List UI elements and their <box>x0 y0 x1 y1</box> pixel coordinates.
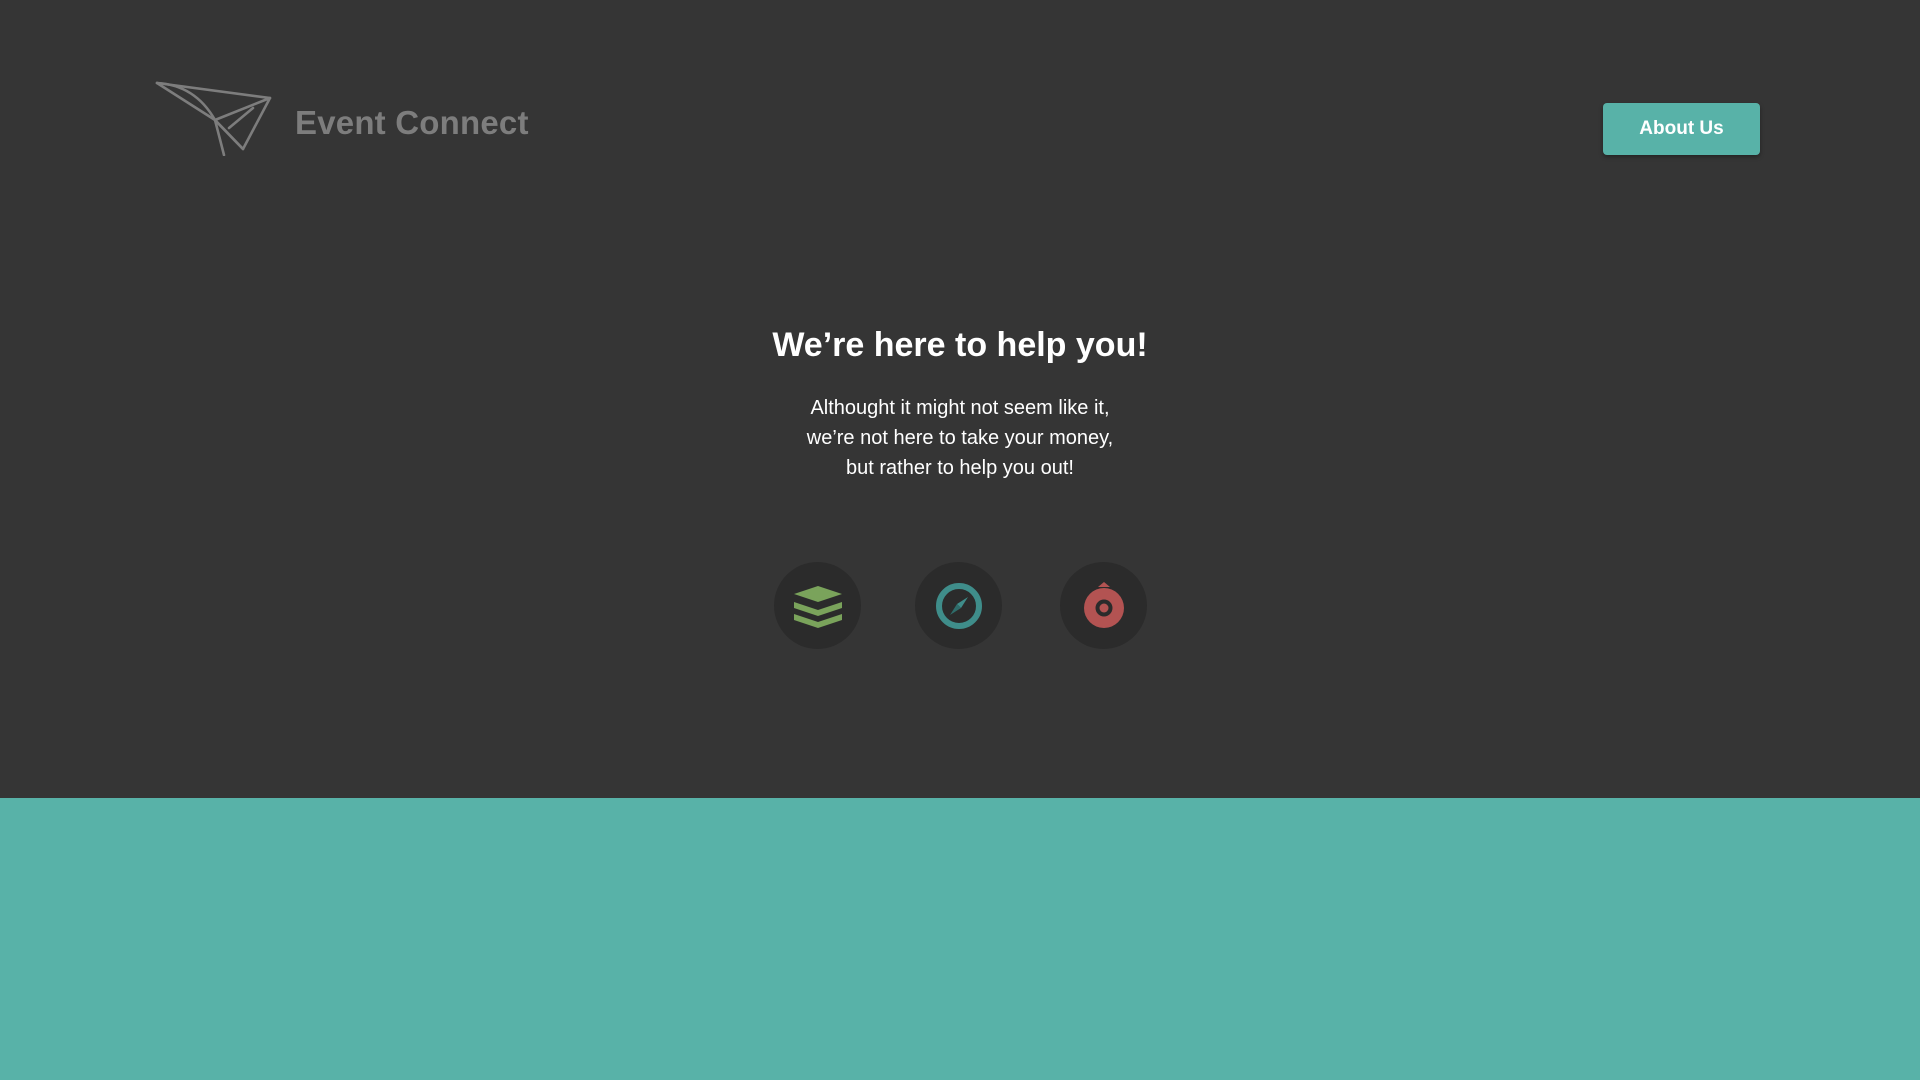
hero-section: Event Connect About Us We’re here to hel… <box>0 0 1920 798</box>
feature-compass-button[interactable] <box>915 562 1002 649</box>
feature-target-button[interactable] <box>1060 562 1147 649</box>
hero-subtext-line: we’re not here to take your money, <box>806 427 1114 449</box>
target-badge-icon <box>1083 581 1124 628</box>
hero-subtext-line: Althought it might not seem like it, <box>810 397 1110 419</box>
hero-headline: We’re here to help you! <box>772 326 1148 364</box>
hero-subtext-line: but rather to help you out! <box>846 457 1074 479</box>
layers-stack-icon <box>793 585 842 628</box>
hero-subtext: Althought it might not seem like it, we’… <box>0 393 1920 483</box>
brand-name: Event Connect <box>295 104 529 141</box>
about-us-button[interactable]: About Us <box>1603 103 1760 155</box>
teal-band-section <box>0 798 1920 1080</box>
logo[interactable]: Event Connect <box>155 80 529 156</box>
feature-layers-button[interactable] <box>774 562 861 649</box>
paper-plane-icon <box>155 81 272 156</box>
compass-icon <box>935 582 982 629</box>
